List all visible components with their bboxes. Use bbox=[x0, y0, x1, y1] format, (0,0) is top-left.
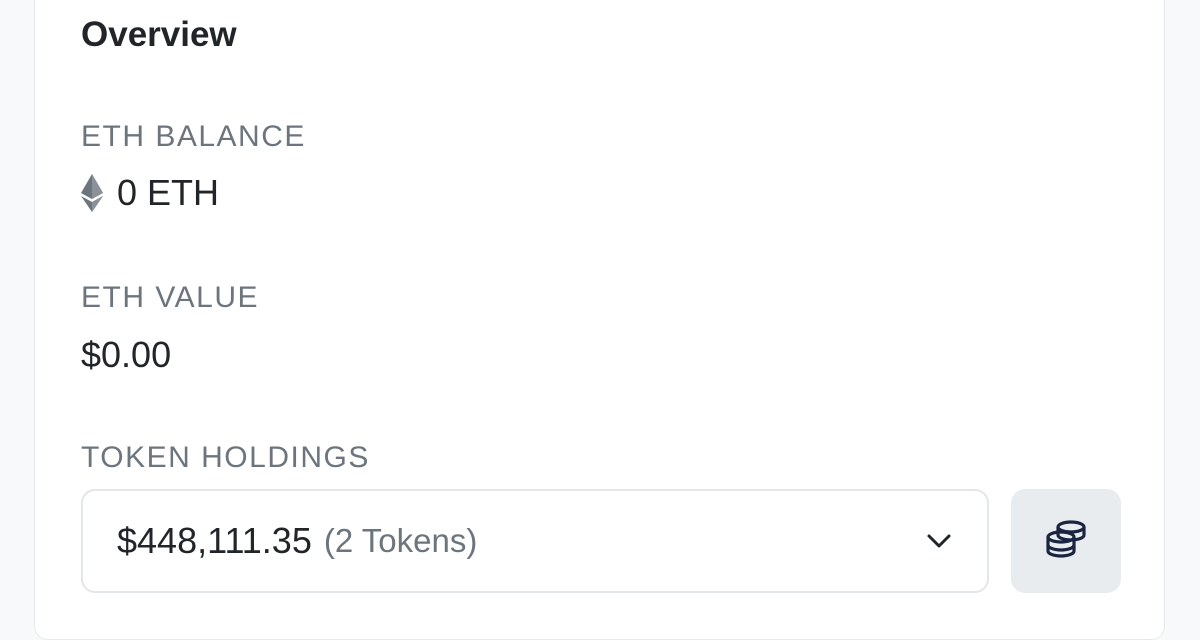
eth-balance-label: ETH BALANCE bbox=[81, 120, 306, 153]
eth-balance-value: 0 ETH bbox=[81, 174, 219, 212]
ethereum-icon bbox=[81, 174, 103, 212]
token-holdings-amount: $448,111.35 bbox=[117, 520, 312, 561]
token-holdings-label: TOKEN HOLDINGS bbox=[81, 441, 370, 474]
overview-title: Overview bbox=[81, 15, 237, 54]
eth-value-amount: $0.00 bbox=[81, 334, 172, 375]
coins-stack-icon bbox=[1044, 519, 1088, 564]
chevron-down-icon bbox=[925, 527, 953, 555]
token-holdings-coins-button[interactable] bbox=[1011, 489, 1121, 593]
overview-card: Overview ETH BALANCE 0 ETH ETH VALUE $0.… bbox=[34, 0, 1165, 640]
token-holdings-count: (2 Tokens) bbox=[323, 522, 478, 559]
token-holdings-dropdown[interactable]: $448,111.35 (2 Tokens) bbox=[81, 489, 989, 593]
eth-balance-amount: 0 ETH bbox=[117, 172, 220, 213]
eth-value-label: ETH VALUE bbox=[81, 281, 259, 314]
